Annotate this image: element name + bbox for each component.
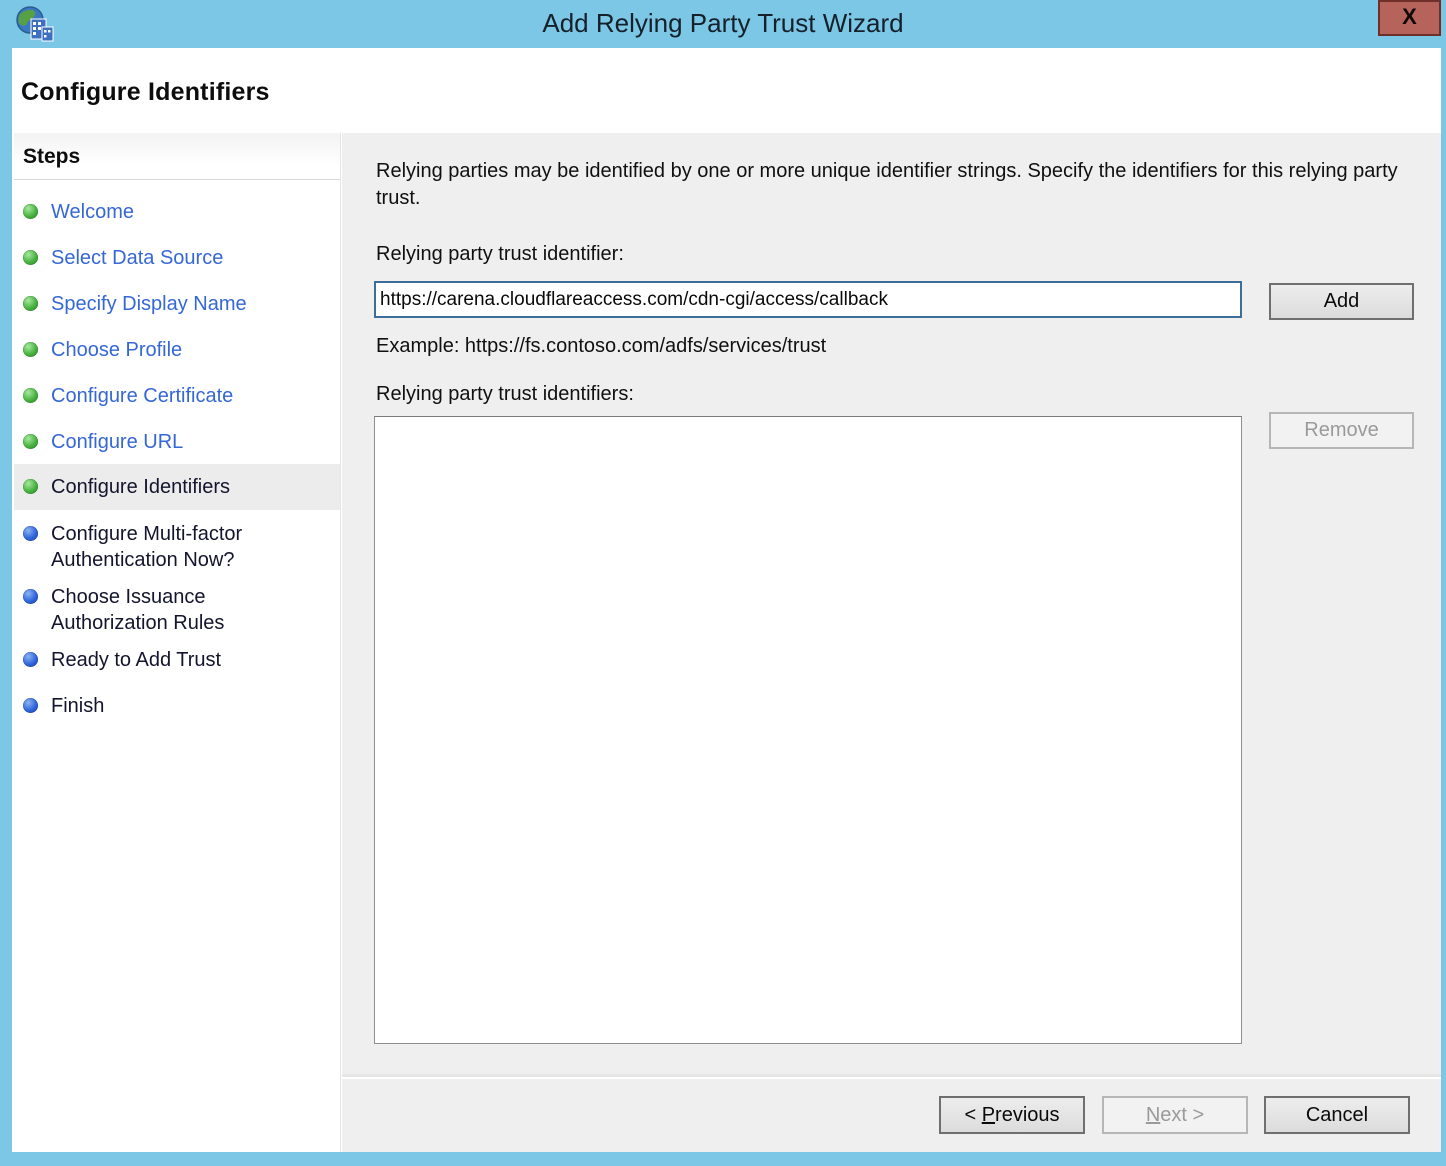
sidebar-item-choose-profile[interactable]: Choose Profile (14, 326, 340, 372)
step-upcoming-bullet-icon (23, 698, 38, 713)
intro-text: Relying parties may be identified by one… (376, 158, 1401, 212)
example-text: Example: https://fs.contoso.com/adfs/ser… (376, 335, 826, 358)
step-completed-bullet-icon (23, 342, 38, 357)
next-button[interactable]: Next > (1102, 1096, 1248, 1134)
step-completed-bullet-icon (23, 250, 38, 265)
sidebar-item-select-data-source[interactable]: Select Data Source (14, 234, 340, 280)
sidebar-item-configure-identifiers: Configure Identifiers (14, 464, 340, 510)
sidebar-item-finish: Finish (14, 682, 340, 728)
sidebar-item-configure-url[interactable]: Configure URL (14, 418, 340, 464)
step-completed-bullet-icon (23, 434, 38, 449)
sidebar-item-specify-display-name[interactable]: Specify Display Name (14, 280, 340, 326)
steps-list: Welcome Select Data Source Specify Displ… (14, 180, 340, 728)
window-body: Configure Identifiers Steps Welcome Sele… (12, 48, 1441, 1152)
sidebar-item-configure-certificate[interactable]: Configure Certificate (14, 372, 340, 418)
titlebar[interactable]: Add Relying Party Trust Wizard X (0, 0, 1446, 48)
sidebar-item-choose-issuance-rules: Choose Issuance Authorization Rules (14, 573, 340, 636)
identifiers-listbox[interactable] (374, 416, 1242, 1044)
step-upcoming-bullet-icon (23, 526, 38, 541)
identifier-input[interactable] (374, 281, 1242, 318)
previous-button[interactable]: < Previous (939, 1096, 1085, 1134)
step-completed-bullet-icon (23, 388, 38, 403)
page-header: Configure Identifiers (12, 48, 1441, 133)
sidebar-item-configure-mfa: Configure Multi-factor Authentication No… (14, 510, 340, 573)
content-pane: Relying parties may be identified by one… (342, 133, 1441, 1077)
identifier-label: Relying party trust identifier: (376, 243, 624, 266)
remove-button[interactable]: Remove (1269, 412, 1414, 449)
close-button[interactable]: X (1378, 0, 1441, 36)
page-title: Configure Identifiers (21, 78, 270, 107)
step-upcoming-bullet-icon (23, 652, 38, 667)
step-upcoming-bullet-icon (23, 589, 38, 604)
sidebar-item-ready-to-add-trust: Ready to Add Trust (14, 636, 340, 682)
sidebar-item-welcome[interactable]: Welcome (14, 188, 340, 234)
steps-heading: Steps (14, 133, 340, 180)
step-completed-bullet-icon (23, 296, 38, 311)
cancel-button[interactable]: Cancel (1264, 1096, 1410, 1134)
step-completed-bullet-icon (23, 479, 38, 494)
steps-sidebar: Steps Welcome Select Data Source Specify… (14, 133, 341, 1152)
add-button[interactable]: Add (1269, 283, 1414, 320)
identifiers-list-label: Relying party trust identifiers: (376, 383, 634, 406)
wizard-window: Add Relying Party Trust Wizard X Configu… (0, 0, 1446, 1166)
window-title: Add Relying Party Trust Wizard (0, 8, 1446, 39)
step-completed-bullet-icon (23, 204, 38, 219)
footer-bar: < Previous Next > Cancel (342, 1077, 1441, 1152)
